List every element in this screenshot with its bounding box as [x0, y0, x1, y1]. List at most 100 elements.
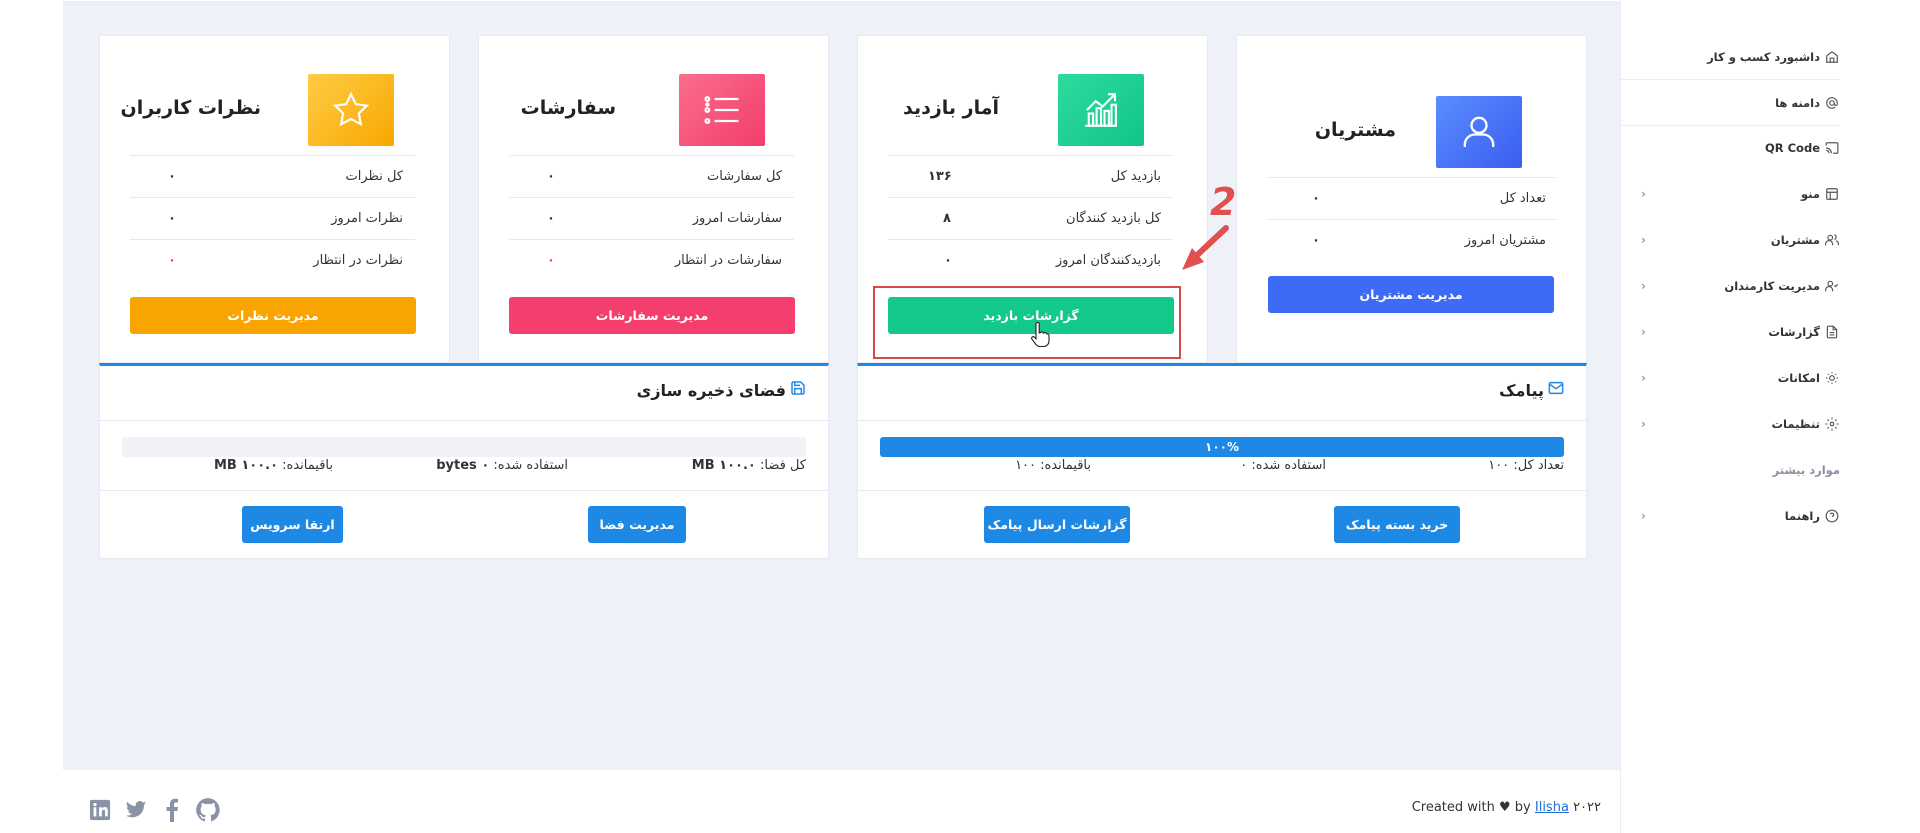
stat-value: ۸ [943, 211, 951, 226]
storage-remaining: باقیمانده: ۱۰۰.۰ MB [214, 458, 333, 473]
sidebar-item-domains[interactable]: دامنه ها [1621, 80, 1840, 126]
sidebar-item-customers[interactable]: مشتریان ‹ [1621, 217, 1840, 263]
chevron-left-icon: ‹ [1641, 417, 1646, 431]
linkedin-icon[interactable] [87, 797, 113, 823]
storage-progress-bar [122, 437, 806, 457]
file-icon [1824, 324, 1840, 340]
sms-panel: پیامک ۱۰۰% تعداد کل: ۱۰۰ استفاده شده: ۰ … [857, 363, 1587, 559]
social-links [87, 797, 221, 823]
footer: Created with ♥ by Ilisha ۲۰۲۲ [63, 770, 1620, 833]
stat-label: مشتریان امروز [1464, 233, 1546, 248]
user-icon [1436, 96, 1522, 168]
sidebar-item-label: مدیریت کارمندان [1724, 279, 1820, 293]
sidebar-item-help[interactable]: راهنما ‹ [1621, 493, 1840, 539]
manage-reviews-button[interactable]: مدیریت نظرات [130, 297, 416, 334]
stat-value: ۰ [1312, 191, 1320, 206]
github-icon[interactable] [195, 797, 221, 823]
stat-row: کل نظرات ۰ [130, 155, 415, 197]
sidebar-item-settings[interactable]: تنظیمات ‹ [1621, 401, 1840, 447]
orders-card: سفارشات کل سفارشات ۰ سفارشات امروز ۰ سفا… [478, 35, 829, 363]
sidebar-item-features[interactable]: امکانات ‹ [1621, 355, 1840, 401]
stat-row: تعداد کل ۰ [1267, 177, 1556, 219]
panel-title: پیامک [1499, 380, 1564, 400]
stat-label: بازدیدکنندگان امروز [1055, 253, 1161, 268]
stat-label: بازدید کل [1110, 169, 1161, 184]
buy-sms-package-button[interactable]: خرید بسته پیامک [1334, 506, 1460, 543]
stat-value: ۰ [944, 253, 952, 268]
stat-row: سفارشات امروز ۰ [509, 197, 794, 239]
manage-orders-button[interactable]: مدیریت سفارشات [509, 297, 795, 334]
manage-storage-button[interactable]: مدیریت فضا [588, 506, 686, 543]
chevron-left-icon: ‹ [1641, 325, 1646, 339]
stat-value: ۱۰۰.۰ MB [213, 458, 279, 473]
mail-icon [1548, 380, 1564, 400]
chevron-left-icon: ‹ [1641, 187, 1646, 201]
storage-total: کل فضا: ۱۰۰.۰ MB [692, 458, 806, 473]
sidebar: داشبورد کسب و کار دامنه ها QR Code منو ‹ [1620, 0, 1860, 833]
sidebar-item-staff-management[interactable]: مدیریت کارمندان ‹ [1621, 263, 1840, 309]
sidebar-item-label: QR Code [1764, 141, 1820, 155]
divider [858, 420, 1586, 421]
sidebar-item-label: امکانات [1777, 371, 1820, 385]
stat-label: تعداد کل [1499, 191, 1546, 206]
sms-send-reports-button[interactable]: گزارشات ارسال پیامک [984, 506, 1130, 543]
highlight-box [873, 286, 1181, 359]
sidebar-item-qr-code[interactable]: QR Code [1621, 125, 1840, 171]
card-title: سفارشات [520, 97, 616, 119]
home-icon [1824, 49, 1840, 65]
sidebar-section-more: موارد بیشتر [1621, 447, 1840, 493]
stat-label: کل سفارشات [707, 169, 782, 184]
star-icon [308, 74, 394, 146]
layout-icon [1824, 186, 1840, 202]
storage-used: استفاده شده: ۰ bytes [436, 458, 568, 473]
chart-icon [1058, 74, 1144, 146]
panel-title-text: پیامک [1499, 380, 1544, 400]
twitter-icon[interactable] [123, 797, 149, 823]
card-title: مشتریان [1314, 119, 1396, 141]
customers-card: مشتریان تعداد کل ۰ مشتریان امروز ۰ مدیری… [1236, 35, 1587, 363]
stat-value: ۰ [168, 211, 176, 226]
sidebar-item-menu[interactable]: منو ‹ [1621, 171, 1840, 217]
stat-row: بازدید کل ۱۳۶ [888, 155, 1173, 197]
manage-customers-button[interactable]: مدیریت مشتریان [1268, 276, 1554, 313]
author-link[interactable]: Ilisha [1535, 800, 1569, 815]
stat-value: ۰ [547, 169, 555, 184]
reviews-card: نظرات کاربران کل نظرات ۰ نظرات امروز ۰ ن… [99, 35, 450, 363]
stat-value: ۰ [168, 253, 176, 268]
arrow-icon [1182, 225, 1229, 270]
stat-label: استفاده شده: [493, 458, 568, 473]
stat-value: ۰ [168, 169, 176, 184]
sun-icon [1824, 370, 1840, 386]
facebook-icon[interactable] [159, 797, 185, 823]
sidebar-section-label: موارد بیشتر [1772, 463, 1840, 477]
users-icon [1824, 232, 1840, 248]
stat-label: باقیمانده: [282, 458, 333, 473]
panel-title-text: فضای ذخیره سازی [636, 380, 786, 400]
sidebar-item-label: راهنما [1784, 509, 1820, 523]
stat-label: کل فضا: [760, 458, 806, 473]
sms-total: تعداد کل: ۱۰۰ [1488, 458, 1564, 473]
stat-label: سفارشات امروز [692, 211, 782, 226]
chevron-left-icon: ‹ [1641, 371, 1646, 385]
step-number: 2 [1210, 180, 1237, 224]
stat-value: ۱۰۰.۰ MB [691, 458, 756, 473]
card-title: نظرات کاربران [120, 97, 262, 119]
footer-credit: Created with ♥ by Ilisha ۲۰۲۲ [1412, 800, 1601, 815]
sidebar-item-business-dashboard[interactable]: داشبورد کسب و کار [1621, 34, 1840, 80]
stat-value: ۰ [547, 211, 555, 226]
stat-row: نظرات در انتظار ۰ [130, 239, 415, 281]
sidebar-item-label: مشتریان [1770, 233, 1820, 247]
sidebar-item-reports[interactable]: گزارشات ‹ [1621, 309, 1840, 355]
gear-icon [1824, 416, 1840, 432]
stat-row: مشتریان امروز ۰ [1267, 219, 1556, 261]
app-shell: داشبورد کسب و کار دامنه ها QR Code منو ‹ [63, 0, 1860, 833]
stat-row: کل بازدید کنندگان ۸ [888, 197, 1173, 239]
sms-remaining: باقیمانده: ۱۰۰ [1015, 458, 1091, 473]
sidebar-item-label: تنظیمات [1771, 417, 1821, 431]
sidebar-item-label: داشبورد کسب و کار [1707, 49, 1820, 64]
card-title: آمار بازدید [902, 97, 999, 119]
footer-prefix: Created with ♥ by [1411, 800, 1531, 815]
list-icon [679, 74, 765, 146]
stat-label: کل بازدید کنندگان [1066, 211, 1161, 226]
upgrade-service-button[interactable]: ارتقا سرویس [242, 506, 343, 543]
